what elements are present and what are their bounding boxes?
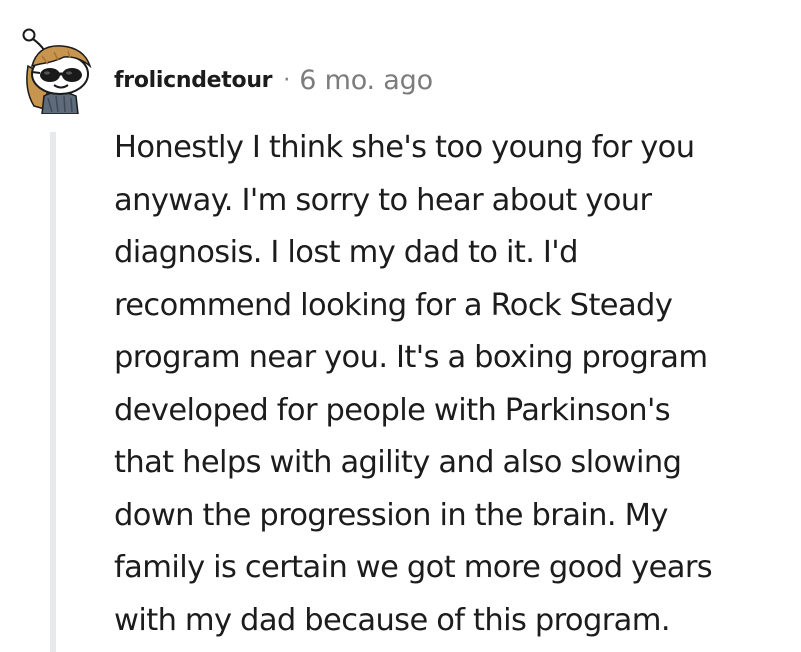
meta-separator: · bbox=[283, 67, 291, 93]
comment: frolicndetour · 6 mo. ago Honestly I thi… bbox=[0, 0, 801, 652]
comment-body-line: down the progression in the brain. My bbox=[114, 497, 668, 533]
comment-body-line: recommend looking for a Rock Steady bbox=[114, 287, 673, 323]
username-link[interactable]: frolicndetour bbox=[114, 68, 273, 93]
comment-body-line: that helps with agility and also slowing bbox=[114, 445, 682, 480]
user-avatar[interactable] bbox=[18, 26, 98, 115]
comment-timestamp[interactable]: 6 mo. ago bbox=[299, 65, 433, 96]
comment-body-line: program near you. It's a boxing program bbox=[114, 340, 708, 375]
comment-meta: frolicndetour · 6 mo. ago bbox=[114, 62, 433, 98]
comment-body-line: Honestly I think she's too young for you bbox=[114, 130, 695, 165]
comment-body-line: with my dad because of this program. bbox=[114, 602, 671, 638]
comment-body-line: family is certain we got more good years bbox=[114, 550, 713, 585]
comment-body-line: developed for people with Parkinson's bbox=[114, 392, 671, 428]
comment-body-line: diagnosis. I lost my dad to it. I'd bbox=[114, 235, 578, 270]
thread-line[interactable] bbox=[50, 132, 56, 652]
comment-body-line: anyway. I'm sorry to hear about your bbox=[114, 182, 652, 218]
comment-body: Honestly I think she's too young for you… bbox=[114, 122, 796, 647]
snoo-avatar-sunglasses-icon bbox=[22, 28, 92, 115]
